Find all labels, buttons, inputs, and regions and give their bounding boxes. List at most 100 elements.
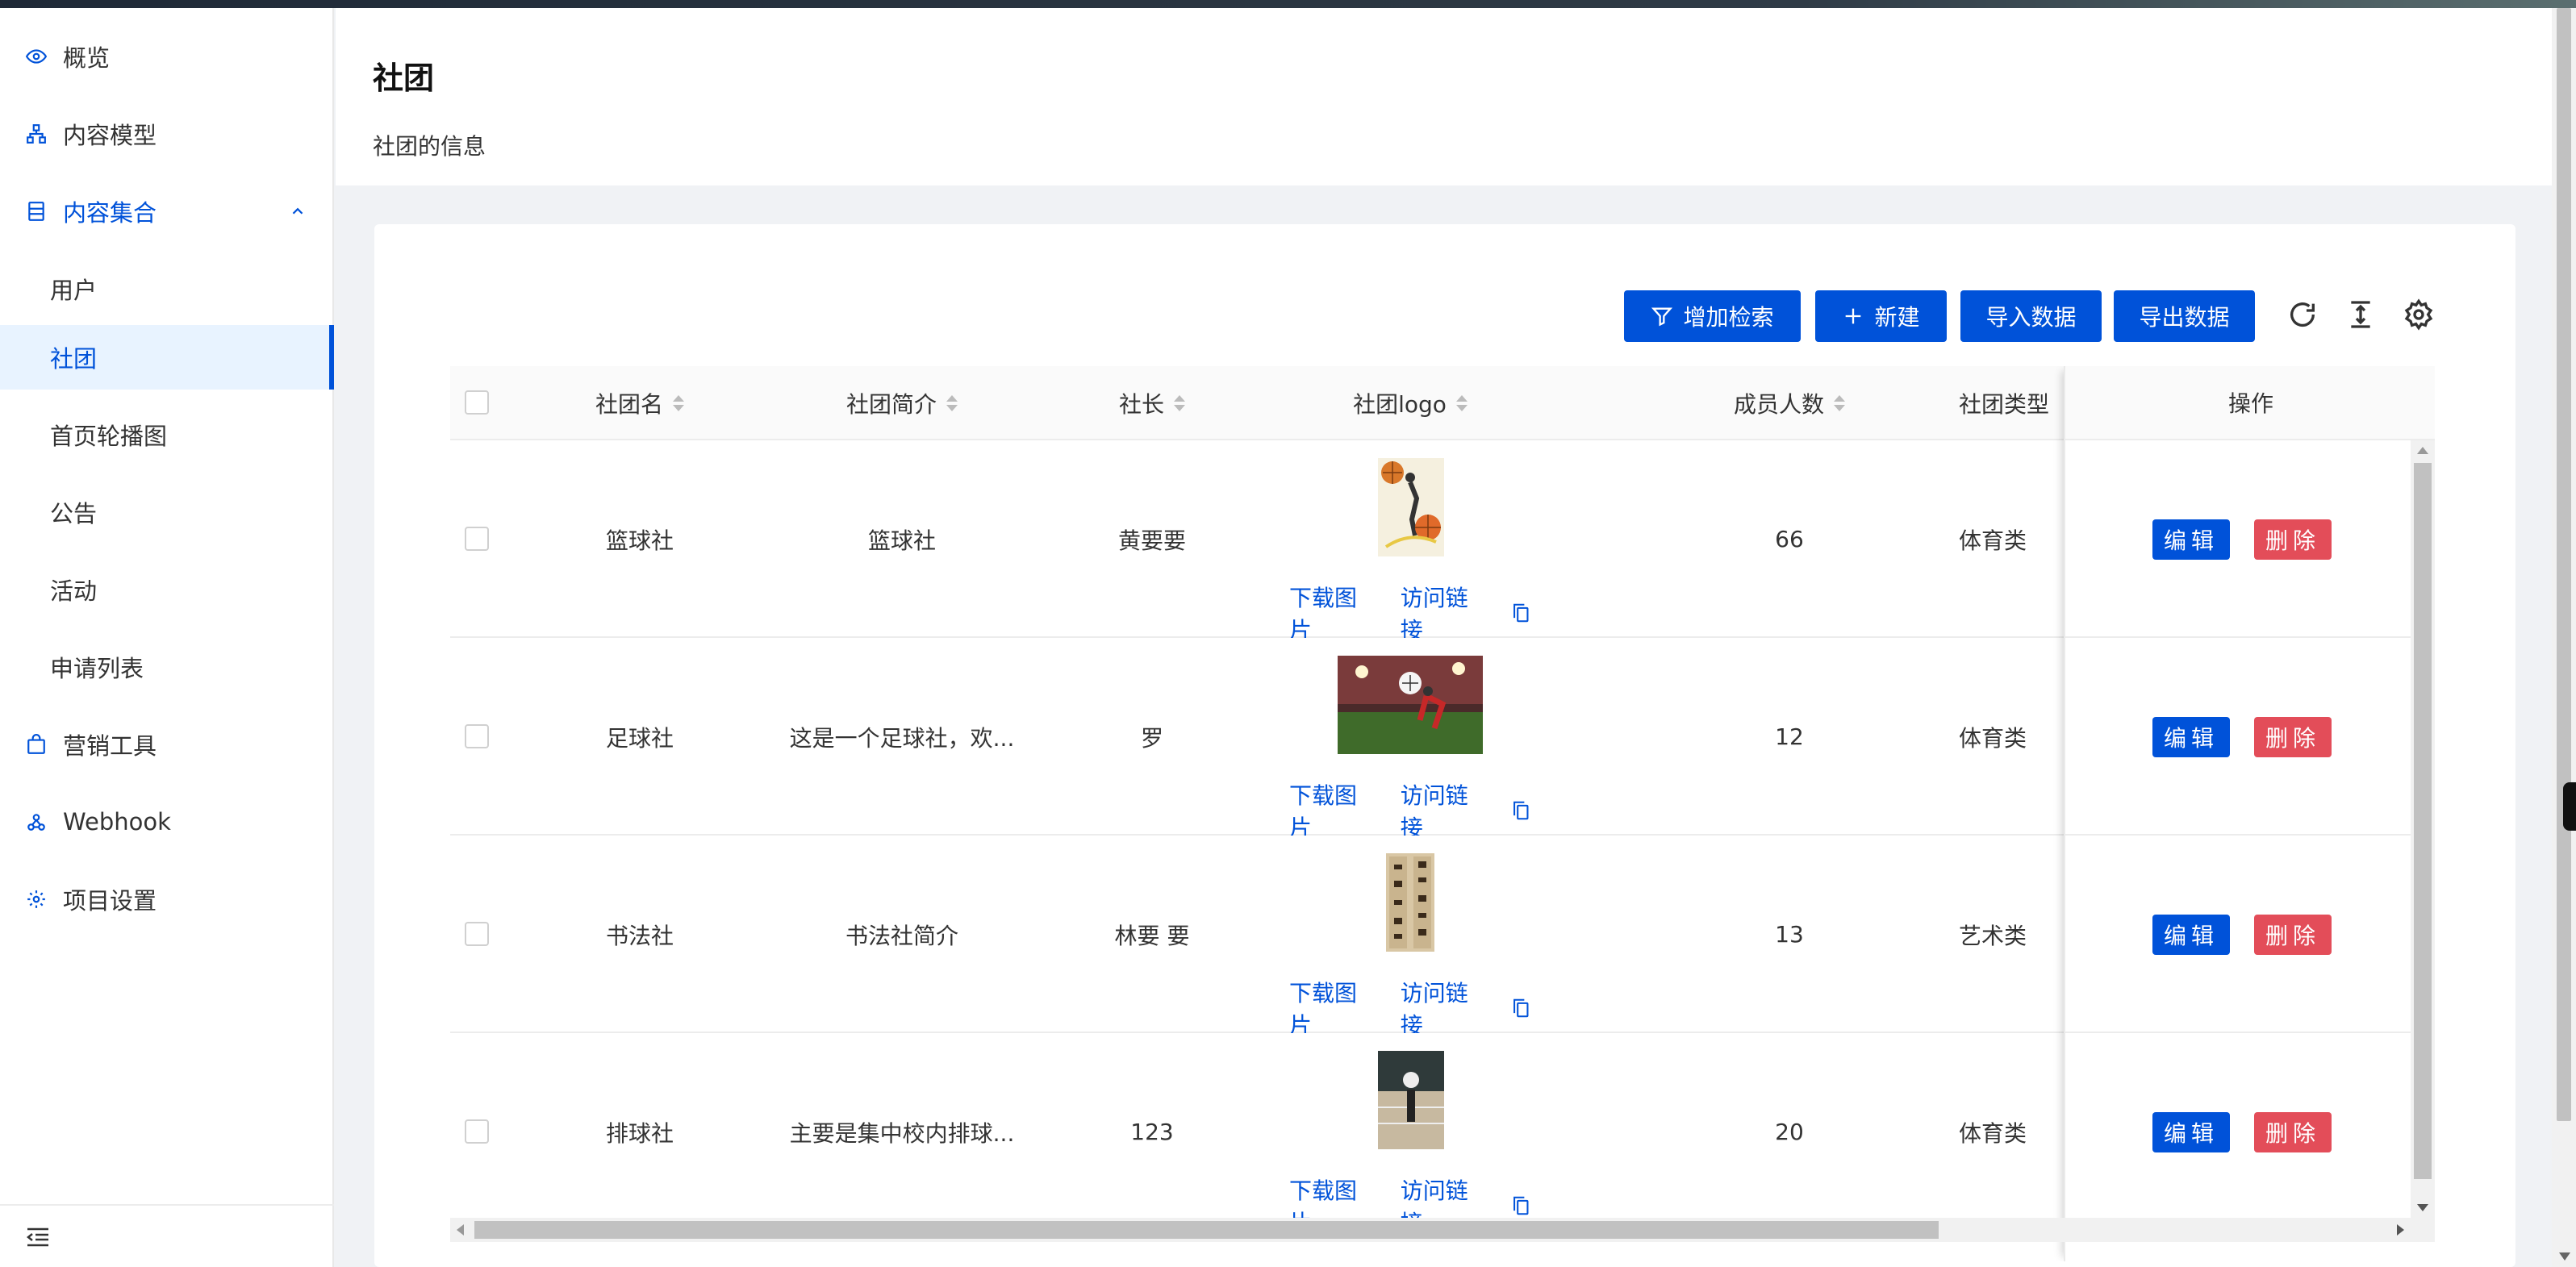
row-checkbox[interactable] — [465, 527, 489, 551]
select-all-checkbox[interactable] — [465, 390, 489, 415]
edit-button[interactable]: 编辑 — [2152, 519, 2230, 560]
export-data-button[interactable]: 导出数据 — [2114, 290, 2255, 342]
scroll-thumb[interactable] — [2557, 8, 2571, 1121]
sidebar-item-activities[interactable]: 活动 — [0, 557, 334, 622]
scroll-up-icon[interactable] — [2417, 447, 2428, 454]
operations-cell: 编辑 删除 — [2065, 638, 2435, 836]
delete-button[interactable]: 删除 — [2254, 717, 2332, 757]
new-label: 新建 — [1874, 304, 1920, 331]
scroll-right-icon[interactable] — [2397, 1224, 2404, 1236]
plus-icon — [1846, 308, 1861, 324]
column-header-logo[interactable]: 社团logo — [1289, 366, 1531, 440]
delete-button[interactable]: 删除 — [2254, 519, 2332, 560]
sidebar-item-announcements[interactable]: 公告 — [0, 480, 334, 544]
operations-cell: 编辑 删除 — [2065, 440, 2435, 638]
table-horizontal-scrollbar[interactable] — [450, 1218, 2435, 1242]
table-vertical-scrollbar[interactable] — [2411, 440, 2435, 1218]
settings-icon[interactable] — [2403, 298, 2435, 331]
row-checkbox[interactable] — [465, 922, 489, 946]
logo-image[interactable] — [1386, 853, 1434, 952]
sidebar-item-label: 申请列表 — [50, 655, 144, 682]
cell-members: 20 — [1775, 1119, 1804, 1145]
column-label: 成员人数 — [1733, 391, 1824, 418]
sidebar-item-marketing[interactable]: 营销工具 — [0, 712, 334, 777]
scroll-thumb[interactable] — [2414, 463, 2432, 1179]
cell-name: 书法社 — [605, 922, 674, 949]
cell-members: 13 — [1775, 921, 1804, 948]
sort-icon[interactable] — [673, 395, 684, 411]
logo-links: 下载图片 访问链接 — [1289, 976, 1531, 1040]
sidebar-item-settings[interactable]: 项目设置 — [0, 867, 334, 931]
cell-logo: 下载图片 访问链接 — [1289, 638, 1531, 841]
sort-icon[interactable] — [1455, 395, 1468, 411]
top-bar — [0, 0, 2576, 8]
column-label: 社团名 — [595, 391, 663, 418]
copy-icon[interactable] — [1511, 998, 1531, 1019]
scroll-left-icon[interactable] — [457, 1224, 464, 1236]
sort-icon[interactable] — [1174, 395, 1185, 411]
sidebar-item-clubs[interactable]: 社团 — [0, 325, 334, 390]
new-button[interactable]: 新建 — [1815, 290, 1947, 342]
sidebar-item-overview[interactable]: 概览 — [0, 24, 334, 89]
sidebar-item-webhook[interactable]: Webhook — [0, 790, 334, 854]
page-vertical-scrollbar[interactable] — [2552, 8, 2576, 1267]
sidebar-item-content-model[interactable]: 内容模型 — [0, 102, 334, 166]
sort-icon[interactable] — [946, 395, 958, 411]
cell-intro: 这是一个足球社，欢... — [789, 724, 1015, 752]
page-header: 社团 社团的信息 — [336, 8, 2552, 185]
copy-icon[interactable] — [1511, 800, 1531, 821]
add-filter-button[interactable]: 增加检索 — [1624, 290, 1801, 342]
clubs-table: 社团名 社团简介 社长 社团logo 成员人数 社团类型 篮球社 篮球社 黄要要… — [450, 366, 2435, 1261]
scroll-thumb[interactable] — [474, 1221, 1939, 1239]
download-image-link[interactable]: 下载图片 — [1289, 581, 1375, 645]
visit-link[interactable]: 访问链接 — [1401, 976, 1486, 1040]
sidebar-item-label: Webhook — [63, 808, 171, 836]
delete-button[interactable]: 删除 — [2254, 915, 2332, 955]
sidebar-item-label: 概览 — [63, 44, 111, 72]
copy-icon[interactable] — [1511, 602, 1531, 623]
cell-members: 66 — [1775, 526, 1804, 552]
column-header-intro[interactable]: 社团简介 — [781, 366, 1023, 440]
edit-button[interactable]: 编辑 — [2152, 717, 2230, 757]
visit-link[interactable]: 访问链接 — [1401, 581, 1486, 645]
import-data-button[interactable]: 导入数据 — [1960, 290, 2102, 342]
sort-icon[interactable] — [1834, 395, 1845, 411]
visit-link[interactable]: 访问链接 — [1401, 778, 1486, 843]
operations-cell: 编辑 删除 — [2065, 836, 2435, 1033]
cell-name: 排球社 — [605, 1119, 674, 1147]
row-height-icon[interactable] — [2344, 298, 2377, 331]
logo-image[interactable] — [1338, 656, 1483, 754]
sidebar-footer — [0, 1204, 334, 1267]
copy-icon[interactable] — [1511, 1195, 1531, 1216]
delete-button[interactable]: 删除 — [2254, 1112, 2332, 1152]
edit-button[interactable]: 编辑 — [2152, 915, 2230, 955]
column-header-leader[interactable]: 社长 — [1071, 366, 1233, 440]
cell-logo: 下载图片 访问链接 — [1289, 1033, 1531, 1236]
bag-icon — [27, 734, 45, 754]
column-label: 社团logo — [1353, 391, 1447, 418]
sidebar-item-applications[interactable]: 申请列表 — [0, 635, 334, 699]
sidebar-item-label: 营销工具 — [63, 732, 157, 760]
edit-button[interactable]: 编辑 — [2152, 1112, 2230, 1152]
download-image-link[interactable]: 下载图片 — [1289, 976, 1375, 1040]
logo-image[interactable] — [1378, 1051, 1444, 1149]
sidebar-item-carousel[interactable]: 首页轮播图 — [0, 402, 334, 467]
column-header-name[interactable]: 社团名 — [547, 366, 733, 440]
sidebar-item-users[interactable]: 用户 — [0, 256, 334, 321]
scroll-down-icon[interactable] — [2417, 1204, 2428, 1211]
webhook-icon — [27, 814, 45, 831]
row-checkbox[interactable] — [465, 724, 489, 748]
add-filter-label: 增加检索 — [1683, 304, 1774, 331]
side-drawer-handle[interactable] — [2563, 782, 2576, 831]
chevron-up-icon[interactable] — [289, 202, 307, 220]
column-header-members[interactable]: 成员人数 — [1676, 366, 1902, 440]
refresh-icon[interactable] — [2286, 298, 2319, 331]
collapse-menu-icon[interactable] — [26, 1227, 50, 1248]
row-checkbox[interactable] — [465, 1119, 489, 1144]
logo-image[interactable] — [1378, 458, 1444, 556]
column-label: 社长 — [1118, 391, 1164, 418]
sidebar-item-content-collection[interactable]: 内容集合 — [0, 179, 334, 244]
cell-members: 12 — [1775, 723, 1804, 750]
download-image-link[interactable]: 下载图片 — [1289, 778, 1375, 843]
scroll-down-icon[interactable] — [2559, 1252, 2570, 1261]
